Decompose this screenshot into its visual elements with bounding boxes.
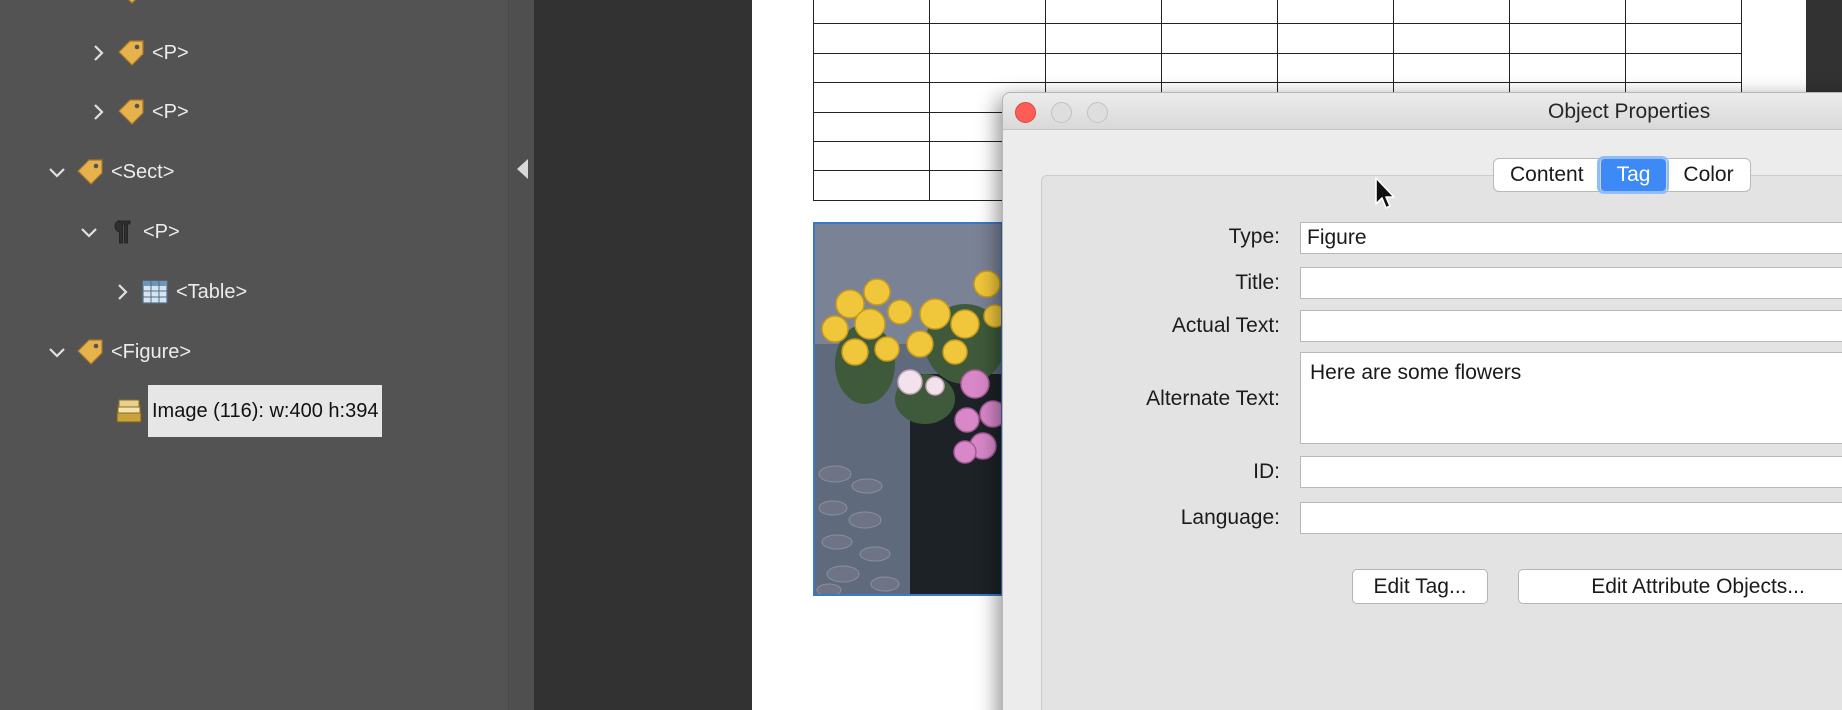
properties-tab-bar: Content Tag Color bbox=[1493, 156, 1751, 194]
type-label: Type: bbox=[1228, 225, 1280, 248]
document-table-cell bbox=[1509, 23, 1626, 54]
chevron-right-icon[interactable] bbox=[86, 100, 110, 124]
document-table-cell bbox=[1045, 0, 1162, 25]
chevron-right-icon[interactable] bbox=[86, 41, 110, 65]
id-field[interactable] bbox=[1300, 456, 1842, 488]
tags-tree-panel: <P> <P> <Sect> <P> <Table> <Figure> Imag… bbox=[0, 0, 508, 710]
tree-node-p[interactable]: <P> bbox=[86, 92, 189, 132]
document-table-cell bbox=[1393, 52, 1510, 84]
tree-node-label: Image (116): w:400 h:394 bbox=[152, 399, 379, 422]
document-table-cell bbox=[929, 23, 1046, 54]
document-table-cell bbox=[1509, 52, 1626, 84]
tag-icon bbox=[75, 157, 105, 187]
document-table-cell bbox=[1393, 0, 1510, 25]
minimize-window-button[interactable] bbox=[1051, 102, 1072, 123]
document-table-row bbox=[813, 52, 1742, 84]
dialog-title: Object Properties bbox=[1548, 100, 1711, 123]
document-table-cell bbox=[1625, 0, 1742, 25]
tag-icon bbox=[116, 0, 146, 7]
document-table-cell bbox=[1161, 0, 1278, 25]
document-table-cell bbox=[1277, 23, 1394, 54]
tree-node-figure[interactable]: <Figure> bbox=[45, 332, 191, 372]
document-table-cell bbox=[813, 140, 930, 172]
image-content-icon bbox=[114, 396, 144, 426]
tab-color[interactable]: Color bbox=[1666, 159, 1749, 191]
chevron-down-icon[interactable] bbox=[77, 220, 101, 244]
edit-tag-button[interactable]: Edit Tag... bbox=[1352, 569, 1488, 604]
alternate-text-label: Alternate Text: bbox=[1146, 387, 1280, 410]
tag-properties-group: Type: Title: Actual Text: Alternate Text… bbox=[1041, 175, 1842, 710]
chevron-down-icon[interactable] bbox=[86, 0, 110, 4]
actual-text-label: Actual Text: bbox=[1171, 314, 1280, 337]
type-field[interactable] bbox=[1300, 222, 1842, 254]
selected-node-highlight: Image (116): w:400 h:394 bbox=[148, 385, 383, 437]
tree-node-label: <P> bbox=[152, 41, 189, 64]
document-table-row bbox=[813, 0, 1742, 25]
collapse-arrow-icon[interactable] bbox=[517, 159, 528, 179]
document-table-cell bbox=[1625, 23, 1742, 54]
language-label: Language: bbox=[1180, 506, 1280, 529]
tree-node-label: <Table> bbox=[176, 280, 248, 303]
tag-icon bbox=[75, 337, 105, 367]
language-field[interactable] bbox=[1300, 502, 1842, 534]
tree-node-image-content[interactable]: Image (116): w:400 h:394 bbox=[110, 384, 383, 438]
actual-text-field[interactable] bbox=[1300, 310, 1842, 342]
zoom-window-button[interactable] bbox=[1087, 102, 1108, 123]
document-table-row bbox=[813, 23, 1742, 54]
document-table-cell bbox=[1045, 23, 1162, 54]
title-field[interactable] bbox=[1300, 267, 1842, 299]
tree-node-p[interactable]: <P> bbox=[77, 212, 180, 252]
document-table-cell bbox=[929, 0, 1046, 25]
workspace-background bbox=[534, 0, 752, 710]
app-window: <P> <P> <Sect> <P> <Table> <Figure> Imag… bbox=[0, 0, 1842, 710]
document-table-cell bbox=[813, 0, 930, 25]
edit-attribute-objects-button[interactable]: Edit Attribute Objects... bbox=[1518, 569, 1842, 604]
tree-node-label: <P> bbox=[143, 220, 180, 243]
chevron-down-icon[interactable] bbox=[45, 340, 69, 364]
chevron-right-icon[interactable] bbox=[110, 280, 134, 304]
document-table-cell bbox=[1277, 52, 1394, 84]
title-label: Title: bbox=[1235, 271, 1280, 294]
table-icon bbox=[140, 277, 170, 307]
chevron-down-icon[interactable] bbox=[45, 160, 69, 184]
object-properties-dialog: Object Properties Type: Title: Actual Te… bbox=[1002, 92, 1842, 710]
document-table-cell bbox=[1161, 23, 1278, 54]
tab-content[interactable]: Content bbox=[1494, 159, 1600, 191]
dialog-titlebar[interactable]: Object Properties bbox=[1003, 93, 1842, 130]
tree-node-sect[interactable]: <Sect> bbox=[45, 152, 174, 192]
document-table-cell bbox=[813, 52, 930, 84]
tag-icon bbox=[116, 38, 146, 68]
tag-icon bbox=[116, 97, 146, 127]
tree-node-table[interactable]: <Table> bbox=[110, 272, 247, 312]
document-table-cell bbox=[1393, 23, 1510, 54]
document-table-cell bbox=[813, 170, 930, 201]
document-table-cell bbox=[929, 52, 1046, 84]
document-table-cell bbox=[1161, 52, 1278, 84]
tab-tag[interactable]: Tag bbox=[1596, 156, 1670, 194]
document-table-cell bbox=[813, 111, 930, 142]
tree-node-label: <Sect> bbox=[111, 160, 175, 183]
id-label: ID: bbox=[1253, 460, 1280, 483]
alternate-text-field[interactable]: Here are some flowers bbox=[1300, 352, 1842, 444]
tree-node-label: <P> bbox=[152, 100, 189, 123]
document-figure-image[interactable] bbox=[813, 222, 1003, 596]
close-window-button[interactable] bbox=[1015, 102, 1036, 123]
document-table-cell bbox=[1509, 0, 1626, 25]
mouse-pointer-icon bbox=[1374, 176, 1398, 212]
tree-node-label: <Figure> bbox=[111, 340, 192, 363]
document-table-cell bbox=[1045, 52, 1162, 84]
document-table-cell bbox=[1625, 52, 1742, 84]
panel-splitter[interactable] bbox=[508, 0, 534, 710]
paragraph-icon bbox=[107, 217, 137, 247]
field-labels: Type: Title: Actual Text: Alternate Text… bbox=[1042, 176, 1280, 710]
document-table-cell bbox=[813, 82, 930, 113]
document-table-cell bbox=[813, 23, 930, 54]
document-table-cell bbox=[1277, 0, 1394, 25]
tree-row-clipped bbox=[86, 0, 152, 12]
tree-node-p[interactable]: <P> bbox=[86, 33, 189, 73]
